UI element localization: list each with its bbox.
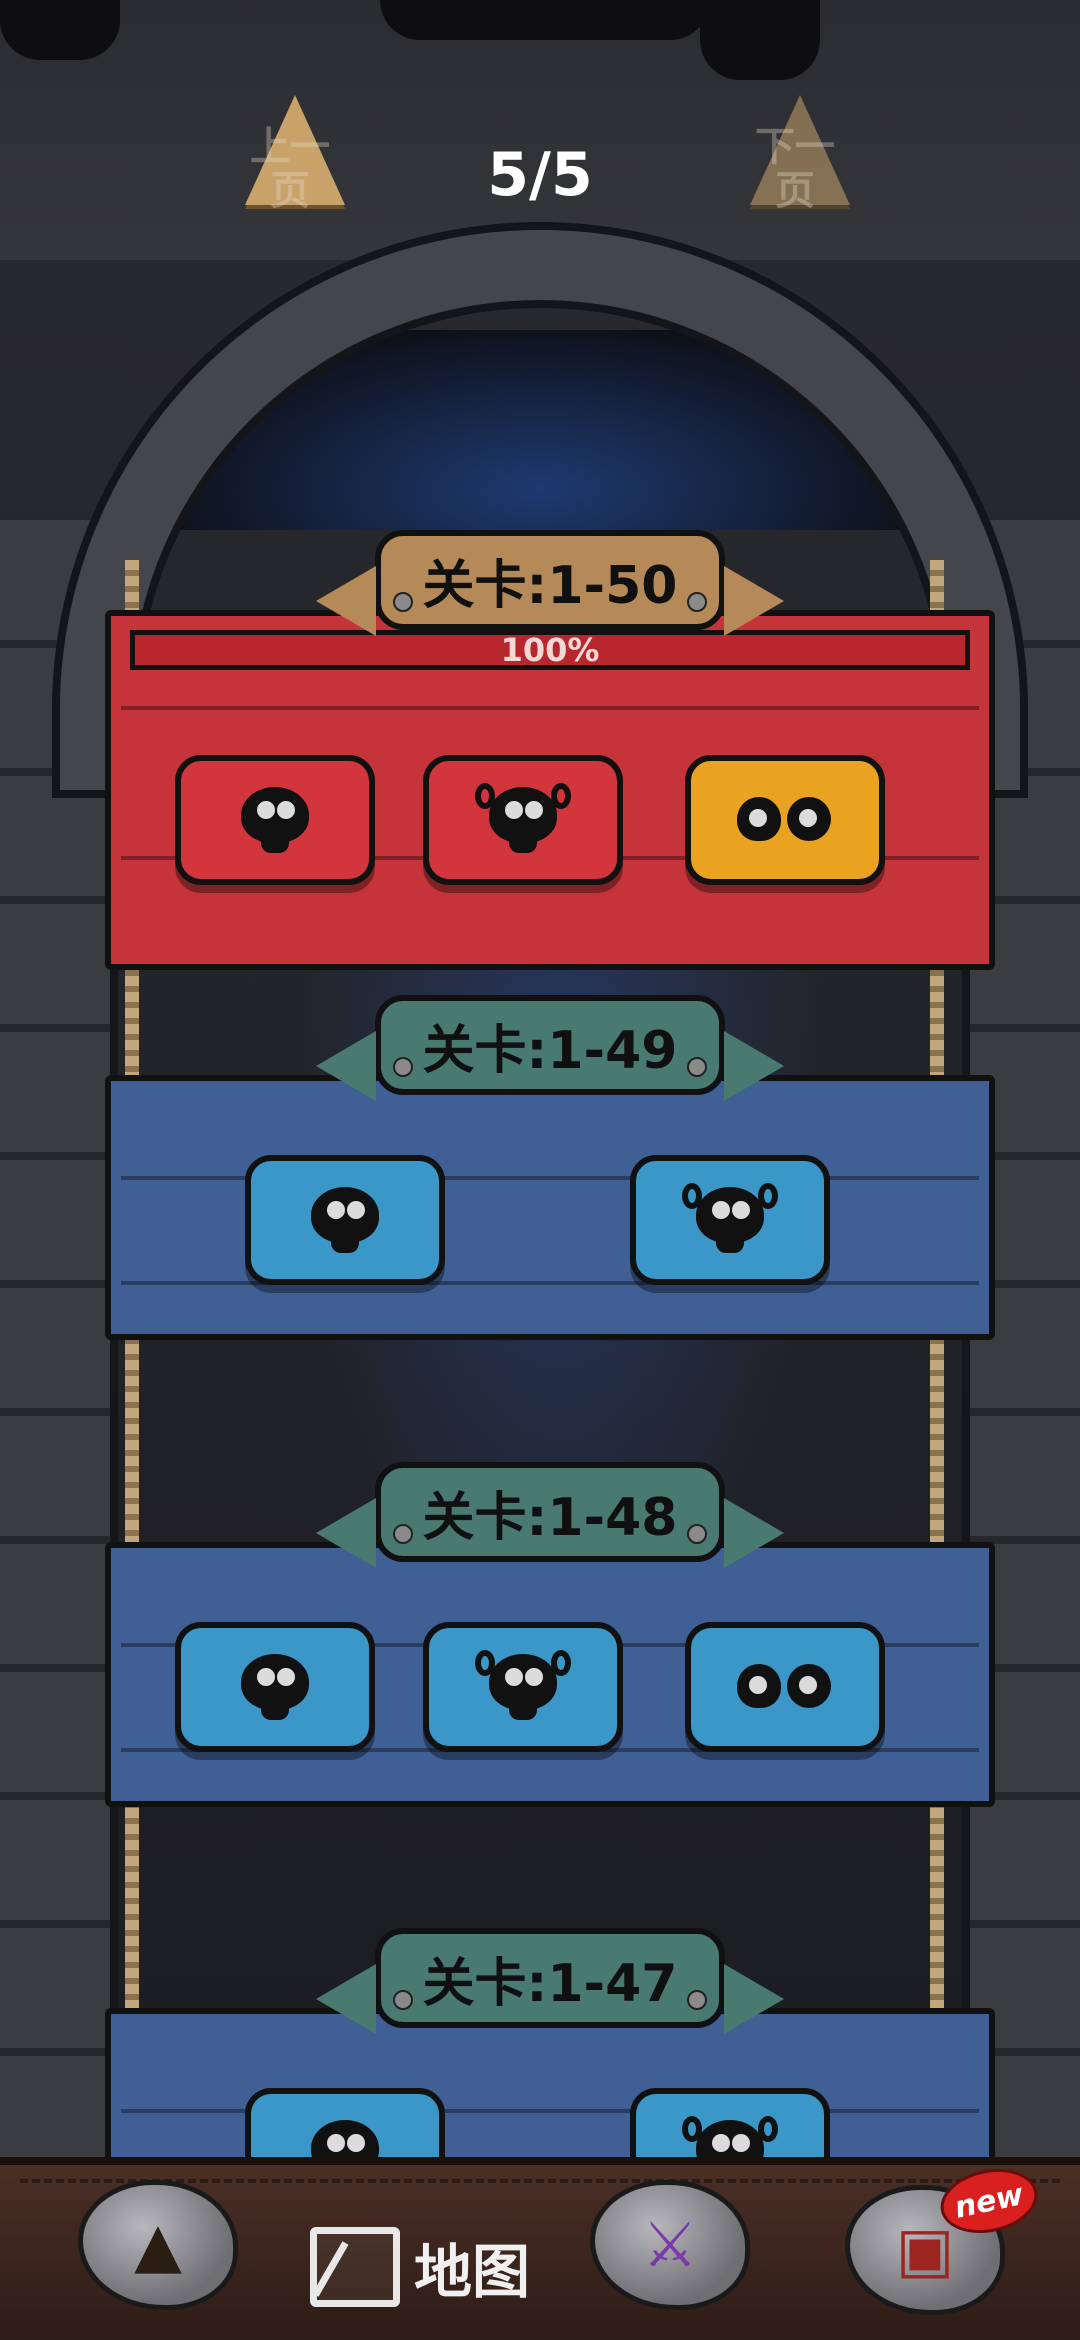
level-1-50[interactable]: 100% 关卡:1-50 xyxy=(105,530,995,970)
level-plank xyxy=(105,1075,995,1340)
level-title: 关卡:1-49 xyxy=(422,1020,678,1081)
level-1-47[interactable]: 关卡:1-47 xyxy=(105,1928,995,2168)
horned-skull-icon xyxy=(682,1183,778,1253)
progress-bar: 100% xyxy=(130,630,970,670)
prev-page-label: 上一页 xyxy=(250,124,330,214)
progress-text: 100% xyxy=(500,631,600,669)
next-page-button[interactable]: 下一页 xyxy=(740,95,850,225)
map-nav-label: 地图 xyxy=(414,2238,531,2306)
stage-boss-button[interactable] xyxy=(685,755,885,885)
stage-2-button[interactable] xyxy=(423,755,623,885)
skull-icon xyxy=(227,1654,323,1720)
stage-1-button[interactable] xyxy=(245,2088,445,2168)
twin-skull-icon xyxy=(737,1654,833,1720)
map-icon xyxy=(310,2227,400,2307)
stage-1-button[interactable] xyxy=(245,1155,445,1285)
hero-nav-button[interactable]: ▲ xyxy=(78,2180,238,2310)
drip xyxy=(380,0,710,40)
level-plank xyxy=(105,2008,995,2168)
page-counter: 5/5 xyxy=(487,140,593,210)
drip xyxy=(700,0,820,80)
level-1-48[interactable]: 关卡:1-48 xyxy=(105,1462,995,1817)
horned-skull-icon xyxy=(475,783,571,853)
level-sign: 关卡:1-47 xyxy=(316,1928,784,2034)
skull-icon xyxy=(297,1187,393,1253)
stage-1-button[interactable] xyxy=(175,1622,375,1752)
crossed-swords-icon: ⚔ xyxy=(642,2208,698,2281)
plague-doctor-icon: ▲ xyxy=(134,2208,182,2281)
level-sign: 关卡:1-50 xyxy=(316,530,784,636)
map-nav-button[interactable]: 地图 xyxy=(310,2225,530,2309)
battle-nav-button[interactable]: ⚔ xyxy=(590,2180,750,2310)
prev-page-button[interactable]: 上一页 xyxy=(235,95,345,225)
stage-2-button[interactable] xyxy=(630,2088,830,2168)
stage-2-button[interactable] xyxy=(630,1155,830,1285)
level-sign: 关卡:1-48 xyxy=(316,1462,784,1568)
next-page-label: 下一页 xyxy=(755,124,835,214)
level-1-49[interactable]: 关卡:1-49 xyxy=(105,995,995,1350)
level-title: 关卡:1-47 xyxy=(422,1953,678,2014)
stage-1-button[interactable] xyxy=(175,755,375,885)
level-title: 关卡:1-50 xyxy=(422,555,678,616)
stage-2-button[interactable] xyxy=(423,1622,623,1752)
horned-skull-icon xyxy=(475,1650,571,1720)
stage-boss-button[interactable] xyxy=(685,1622,885,1752)
drip xyxy=(0,0,120,60)
chest-icon: ▣ xyxy=(895,2213,955,2286)
skull-icon xyxy=(227,787,323,853)
level-sign: 关卡:1-49 xyxy=(316,995,784,1101)
level-title: 关卡:1-48 xyxy=(422,1487,678,1548)
twin-skull-icon xyxy=(737,787,833,853)
